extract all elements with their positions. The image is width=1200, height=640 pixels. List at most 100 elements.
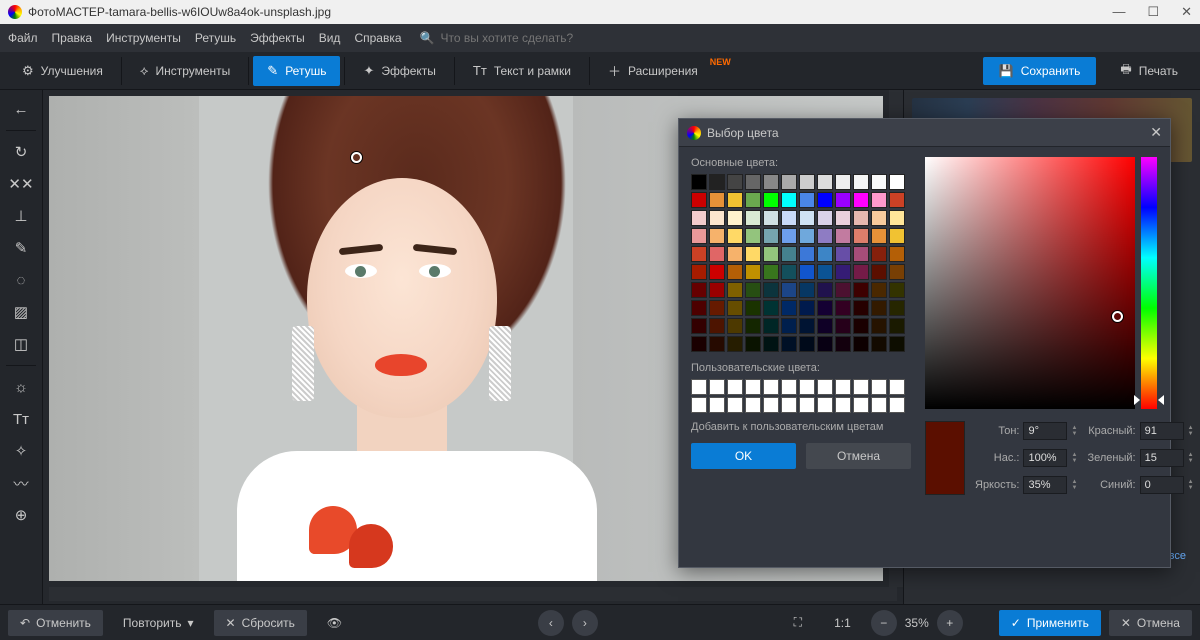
custom-swatch[interactable] [799, 379, 815, 395]
swatch[interactable] [781, 318, 797, 334]
swatch[interactable] [871, 264, 887, 280]
swatch[interactable] [691, 246, 707, 262]
swatch[interactable] [691, 174, 707, 190]
sparkle-icon[interactable]: ✧ [5, 438, 37, 464]
menu-tools[interactable]: Инструменты [106, 31, 181, 45]
swatch[interactable] [763, 318, 779, 334]
swatch[interactable] [781, 336, 797, 352]
swatch[interactable] [853, 264, 869, 280]
swatch[interactable] [799, 210, 815, 226]
tab-retouch[interactable]: ✎Ретушь [253, 56, 340, 86]
swatch[interactable] [817, 264, 833, 280]
swatch[interactable] [817, 210, 833, 226]
swatch[interactable] [799, 318, 815, 334]
tab-text[interactable]: TᴛТекст и рамки [459, 56, 585, 86]
next-button[interactable]: › [572, 610, 598, 636]
swatch[interactable] [691, 282, 707, 298]
swatch[interactable] [745, 300, 761, 316]
picker-cancel-button[interactable]: Отмена [806, 443, 911, 469]
swatch[interactable] [817, 174, 833, 190]
swatch[interactable] [745, 264, 761, 280]
swatch[interactable] [835, 210, 851, 226]
swatch[interactable] [691, 300, 707, 316]
compare-button[interactable]: 👁 [315, 610, 354, 636]
text-tool-icon[interactable]: Tᴛ [5, 406, 37, 432]
custom-swatch[interactable] [835, 397, 851, 413]
swatch[interactable] [853, 318, 869, 334]
swatch[interactable] [763, 282, 779, 298]
swatch[interactable] [727, 318, 743, 334]
swatch[interactable] [853, 300, 869, 316]
swatch[interactable] [817, 282, 833, 298]
swatch[interactable] [763, 192, 779, 208]
swatch[interactable] [745, 210, 761, 226]
dialog-titlebar[interactable]: Выбор цвета ✕ [679, 119, 1170, 147]
swatch[interactable] [871, 246, 887, 262]
brush-tool-icon[interactable]: ✎ [5, 235, 37, 261]
swatch[interactable] [835, 336, 851, 352]
reset-button[interactable]: ✕Сбросить [214, 610, 307, 636]
red-spinner[interactable]: ▲▼ [1188, 425, 1200, 437]
swatch[interactable] [835, 192, 851, 208]
close-icon[interactable]: ✕ [1181, 4, 1192, 20]
rotate-icon[interactable]: ↻ [5, 139, 37, 165]
swatch[interactable] [835, 264, 851, 280]
cancel-button[interactable]: ✕Отмена [1109, 610, 1192, 636]
swatch[interactable] [799, 228, 815, 244]
sv-cursor[interactable] [1112, 311, 1123, 322]
maximize-icon[interactable]: ☐ [1147, 4, 1159, 20]
swatch[interactable] [853, 282, 869, 298]
swatch[interactable] [691, 210, 707, 226]
swatch[interactable] [889, 174, 905, 190]
swatch[interactable] [799, 192, 815, 208]
swatch[interactable] [799, 174, 815, 190]
radial-icon[interactable]: ◌ [5, 267, 37, 293]
swatch[interactable] [727, 228, 743, 244]
custom-swatch[interactable] [781, 397, 797, 413]
swatch[interactable] [871, 300, 887, 316]
swatch[interactable] [817, 192, 833, 208]
custom-swatch[interactable] [691, 397, 707, 413]
val-input[interactable]: 35% [1023, 476, 1067, 494]
swatch[interactable] [745, 246, 761, 262]
swatch[interactable] [781, 246, 797, 262]
blue-spinner[interactable]: ▲▼ [1188, 479, 1200, 491]
red-input[interactable]: 91 [1140, 422, 1184, 440]
swatch[interactable] [871, 210, 887, 226]
swatch[interactable] [835, 318, 851, 334]
swatch[interactable] [709, 300, 725, 316]
print-button[interactable]: 🖶Печать [1106, 57, 1192, 85]
swatch[interactable] [691, 192, 707, 208]
liquify-icon[interactable]: 〰 [5, 470, 37, 496]
add-to-custom[interactable]: Добавить к пользовательским цветам [691, 421, 911, 433]
custom-swatch[interactable] [727, 379, 743, 395]
swatch[interactable] [871, 318, 887, 334]
custom-swatch[interactable] [745, 379, 761, 395]
swatch[interactable] [745, 318, 761, 334]
custom-swatch[interactable] [853, 397, 869, 413]
swatch[interactable] [727, 336, 743, 352]
custom-swatch[interactable] [817, 397, 833, 413]
swatch[interactable] [871, 228, 887, 244]
swatch[interactable] [763, 246, 779, 262]
swatch[interactable] [763, 336, 779, 352]
swatch[interactable] [871, 336, 887, 352]
custom-swatch[interactable] [799, 397, 815, 413]
dialog-close-icon[interactable]: ✕ [1150, 124, 1162, 141]
swatch[interactable] [763, 174, 779, 190]
stamp-icon[interactable]: ⊥ [5, 203, 37, 229]
swatch[interactable] [799, 282, 815, 298]
swatch[interactable] [727, 246, 743, 262]
custom-swatch[interactable] [889, 397, 905, 413]
tab-enhance[interactable]: ⚙Улучшения [8, 56, 117, 86]
minimize-icon[interactable]: — [1112, 4, 1125, 20]
swatch[interactable] [853, 246, 869, 262]
sat-val-picker[interactable] [925, 157, 1135, 409]
swatch[interactable] [781, 264, 797, 280]
custom-swatch[interactable] [781, 379, 797, 395]
swatch[interactable] [763, 300, 779, 316]
sat-spinner[interactable]: ▲▼ [1071, 452, 1083, 464]
swatch[interactable] [763, 264, 779, 280]
swatch[interactable] [727, 192, 743, 208]
custom-swatch[interactable] [889, 379, 905, 395]
